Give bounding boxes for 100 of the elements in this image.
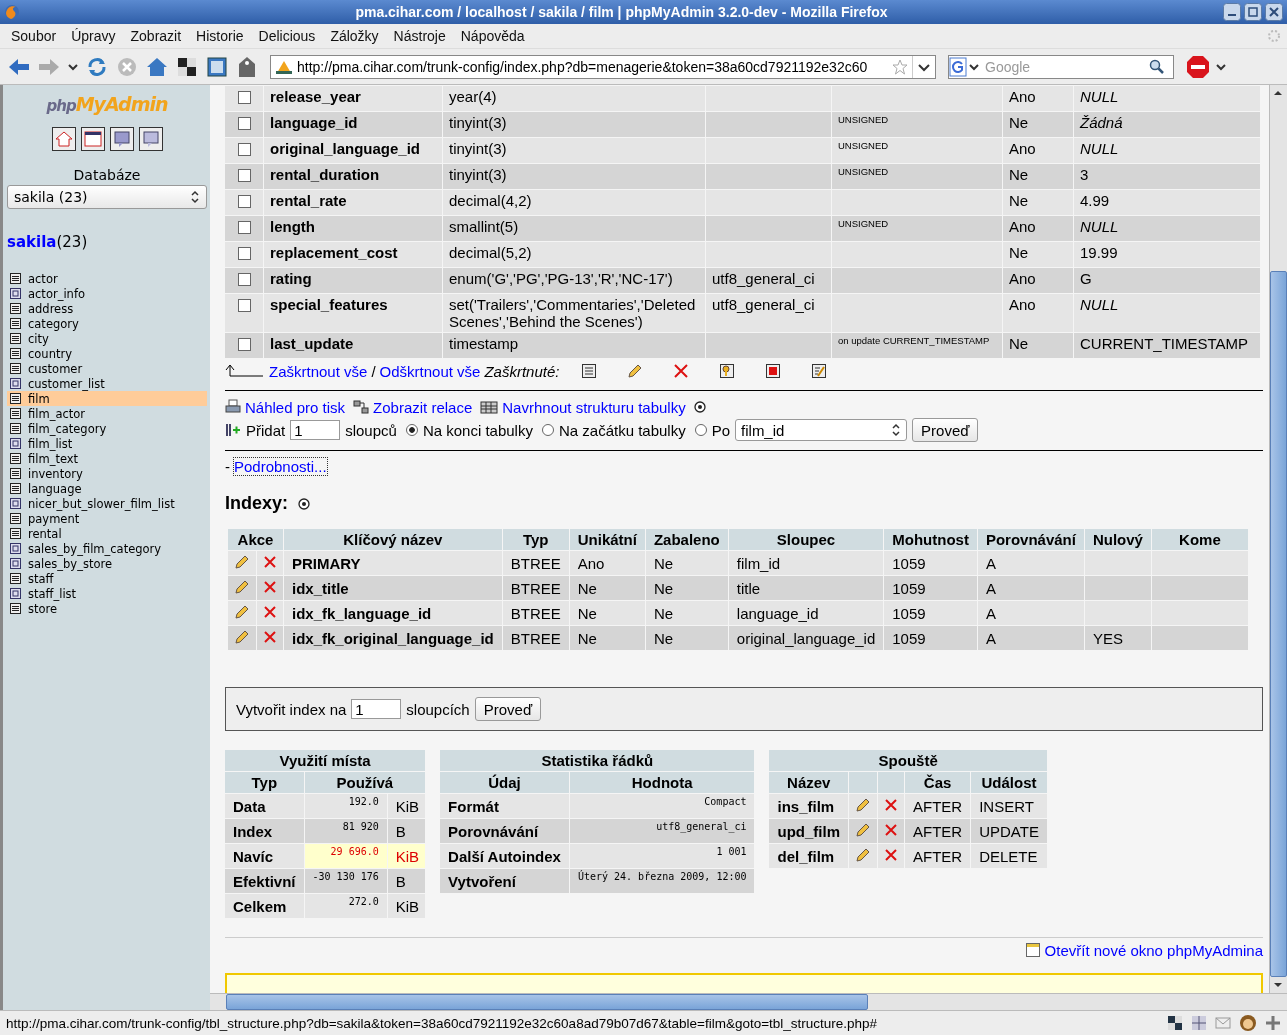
pencil-icon[interactable] [234,603,250,620]
row-checkbox[interactable] [237,221,251,234]
uncheck-all-link[interactable]: Odškrtnout vše [379,362,481,380]
index-column-count-field[interactable]: 1 [351,699,402,719]
pencil-icon[interactable] [234,578,250,595]
table-item[interactable]: actor [7,271,207,286]
help-icon[interactable] [298,497,311,510]
table-item[interactable]: rental [7,526,207,541]
column-count-field[interactable]: 1 [290,420,341,440]
delete-icon[interactable] [263,604,277,619]
delete-icon[interactable] [263,554,277,569]
minimize-button[interactable] [1223,3,1241,21]
row-checkbox[interactable] [237,247,251,260]
delete-icon[interactable] [884,797,898,812]
database-select[interactable]: sakila (23) [7,185,207,209]
search-engine-button[interactable] [949,56,981,77]
field-select[interactable]: film_id [735,419,908,441]
home-button[interactable] [51,127,76,151]
menu-item[interactable]: Delicious [258,28,316,44]
details-link[interactable]: Podrobnosti... [234,458,327,475]
new-window-link[interactable]: Otevřít nové okno phpMyAdmina [1044,941,1263,959]
window-icon[interactable] [204,54,230,79]
table-item[interactable]: payment [7,511,207,526]
row-checkbox[interactable] [237,169,251,182]
radio-button[interactable] [405,424,418,436]
menu-item[interactable]: Soubor [11,28,57,44]
maximize-button[interactable] [1244,3,1262,21]
table-item[interactable]: film_text [7,451,207,466]
search-field[interactable]: Google [948,54,1174,79]
table-item[interactable]: inventory [7,466,207,481]
pencil-icon[interactable] [627,363,644,379]
bookmark-star-icon[interactable] [892,58,908,75]
table-item[interactable]: film_category [7,421,207,436]
delete-icon[interactable] [884,847,898,862]
updown-arrows-icon[interactable] [891,423,902,437]
table-item[interactable]: category [7,316,207,331]
vertical-scrollbar[interactable] [1269,85,1287,993]
help-button[interactable] [109,127,134,151]
address-bar[interactable]: http://pma.cihar.com/trunk-config/index.php?db=menagerie&token=38a60cd7921192e32c60 [270,54,936,79]
menu-item[interactable]: Nápověda [460,28,525,44]
row-checkbox[interactable] [237,338,251,351]
table-item[interactable]: customer_list [7,376,207,391]
radio-label[interactable]: Na začátku tabulky [558,421,686,439]
horizontal-scrollbar[interactable] [210,993,1287,1010]
checker-icon[interactable] [1167,1015,1183,1031]
go-button[interactable]: Proveď [912,418,979,442]
query-button[interactable] [138,127,163,151]
table-item[interactable]: city [7,331,207,346]
menu-item[interactable]: Nástroje [393,28,446,44]
list-icon[interactable] [581,363,598,379]
delete-icon[interactable] [884,822,898,837]
menu-item[interactable]: Záložky [330,28,379,44]
key-icon[interactable] [719,363,736,379]
table-item[interactable]: staff [7,571,207,586]
grid-icon[interactable] [1191,1015,1207,1031]
row-checkbox[interactable] [237,117,251,130]
updown-arrows-icon[interactable] [190,190,200,204]
delete-icon[interactable] [263,579,277,594]
table-item[interactable]: country [7,346,207,361]
delete-icon[interactable] [673,363,690,379]
pencil-icon[interactable] [855,796,871,813]
radio-button[interactable] [541,424,554,436]
table-item[interactable]: film_list [7,436,207,451]
fulltext-icon[interactable] [811,363,828,379]
go-button[interactable]: Proveď [474,697,542,721]
radio-label[interactable]: Na konci tabulky [422,421,533,439]
row-checkbox[interactable] [237,299,251,312]
table-item[interactable]: actor_info [7,286,207,301]
menu-item[interactable]: Úpravy [71,28,116,44]
radio-label[interactable]: Po [711,421,731,439]
pencil-icon[interactable] [234,628,250,645]
plus-icon[interactable] [1265,1015,1281,1031]
check-all-link[interactable]: Zaškrtnout vše [269,362,368,380]
stop-sign-icon[interactable] [1186,54,1210,79]
help-icon[interactable] [693,401,706,413]
table-item[interactable]: film [7,391,207,406]
pencil-icon[interactable] [855,846,871,863]
row-checkbox[interactable] [237,143,251,156]
row-checkbox[interactable] [237,195,251,208]
sql-window-button[interactable] [80,127,105,151]
table-item[interactable]: staff_list [7,586,207,601]
delete-icon[interactable] [263,629,277,644]
table-item[interactable]: film_actor [7,406,207,421]
database-link[interactable]: sakila [7,233,57,251]
table-item[interactable]: language [7,481,207,496]
relation-view-link[interactable]: Zobrazit relace [373,398,473,416]
table-item[interactable]: address [7,301,207,316]
propose-structure-link[interactable]: Navrhnout strukturu tabulky [502,398,686,416]
table-item[interactable]: nicer_but_slower_film_list [7,496,207,511]
unique-icon[interactable] [765,363,782,379]
row-checkbox[interactable] [237,273,251,286]
row-checkbox[interactable] [237,91,251,104]
table-item[interactable]: sales_by_store [7,556,207,571]
table-item[interactable]: store [7,601,207,616]
table-item[interactable]: sales_by_film_category [7,541,207,556]
print-view-link[interactable]: Náhled pro tisk [245,398,346,416]
search-icon[interactable] [1149,58,1165,75]
logo[interactable]: phpMyAdmin [46,93,168,115]
menu-item[interactable]: Historie [196,28,244,44]
pencil-icon[interactable] [234,553,250,570]
